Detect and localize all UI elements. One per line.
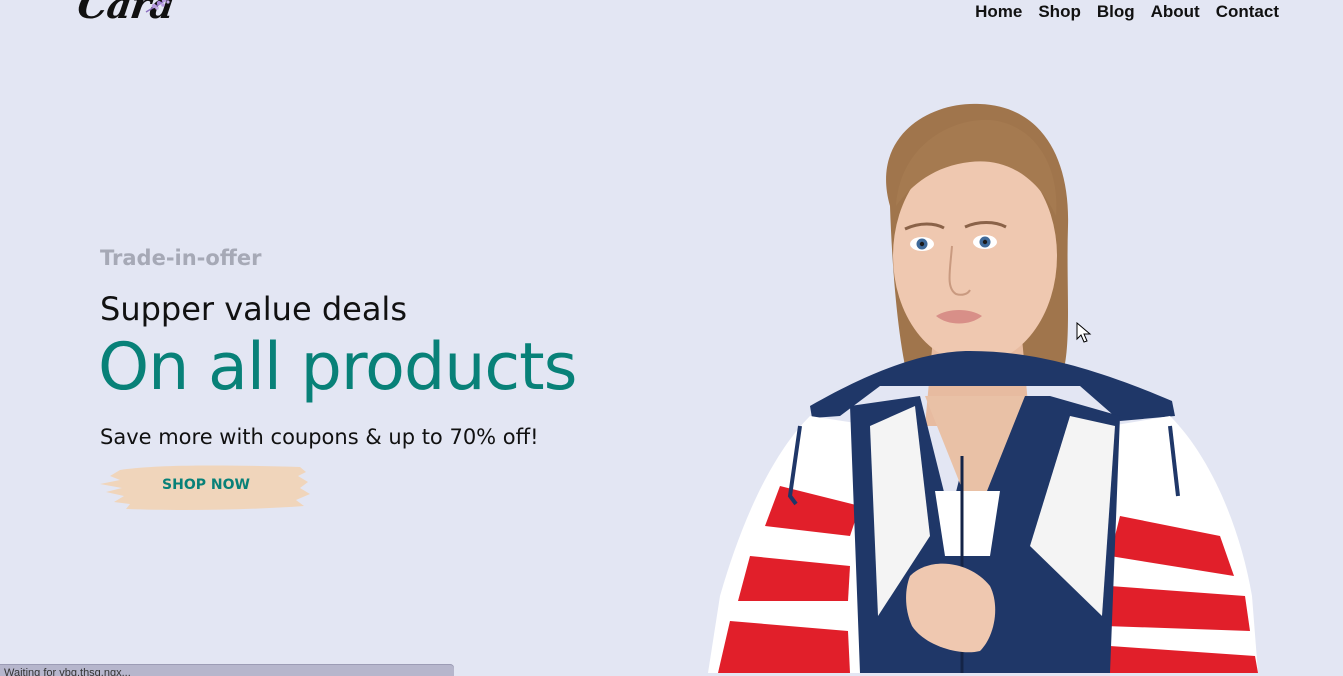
logo[interactable]: Cara [75,0,188,34]
nav-link-shop[interactable]: Shop [1022,0,1081,24]
hero-headline: Supper value deals [100,290,407,328]
nav-item-contact: Contact [1200,0,1279,24]
main-nav: Home Shop Blog About Contact [975,0,1279,24]
hero-model-image [708,103,1258,673]
nav-item-shop: Shop [1022,0,1081,24]
nav-link-home[interactable]: Home [975,0,1022,24]
nav-item-about: About [1135,0,1200,24]
mouse-pointer-icon [1076,322,1092,343]
hero-text: Trade-in-offer Supper value deals On all… [98,240,577,449]
nav-item-home: Home [975,0,1022,24]
shop-now-label: SHOP NOW [162,477,250,493]
nav-item-blog: Blog [1081,0,1135,24]
shop-now-button[interactable]: SHOP NOW [100,462,312,514]
nav-link-about[interactable]: About [1135,0,1200,24]
nav-link-contact[interactable]: Contact [1200,0,1279,24]
nav-link-blog[interactable]: Blog [1081,0,1135,24]
lavender-sprig-icon [145,0,170,13]
browser-status-bar: Waiting for vbg.thsg.ngx... [0,664,454,676]
status-text: Waiting for vbg.thsg.ngx... [4,667,131,676]
hero-title: On all products [98,330,577,405]
hero-eyebrow: Trade-in-offer [100,246,262,270]
hero-subtitle: Save more with coupons & up to 70% off! [100,425,539,449]
